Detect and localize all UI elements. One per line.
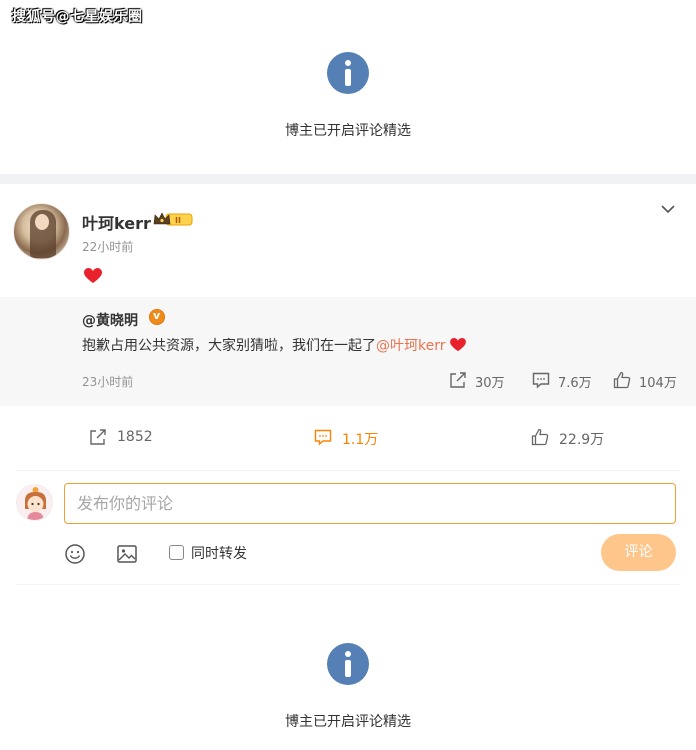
member-crown-icon[interactable]: II <box>153 211 193 227</box>
avatar[interactable] <box>13 203 70 260</box>
verified-badge-icon: v <box>149 309 165 325</box>
thumbs-up-icon <box>531 428 549 446</box>
heart-emoji-icon <box>449 338 466 352</box>
submit-comment-button[interactable]: 评论 <box>601 534 676 571</box>
mention-link[interactable]: @叶珂kerr <box>376 338 446 354</box>
comment-icon <box>532 372 550 389</box>
emoji-icon[interactable] <box>64 543 86 565</box>
notice-text: 博主已开启评论精选 <box>285 123 411 139</box>
like-count: 22.9万 <box>559 432 605 448</box>
repost-share-count: 30万 <box>475 376 505 391</box>
checkbox-box[interactable] <box>169 545 184 560</box>
checkbox-label: 同时转发 <box>191 546 247 562</box>
section-separator <box>0 174 696 184</box>
repost-text-body: 抱歉占用公共资源，大家别猜啦，我们在一起了 <box>82 338 376 354</box>
cartoon-avatar-icon <box>25 487 46 520</box>
comment-input[interactable] <box>64 483 676 524</box>
heart-emoji-icon <box>84 268 102 283</box>
share-icon <box>450 372 466 388</box>
comment-selection-notice-bottom: 博主已开启评论精选 <box>0 643 696 731</box>
post-username[interactable]: 叶珂kerr <box>82 210 151 234</box>
repost-text: 抱歉占用公共资源，大家别猜啦，我们在一起了@叶珂kerr <box>82 335 466 355</box>
thumbs-up-icon <box>613 371 631 389</box>
share-icon <box>90 429 106 445</box>
divider <box>16 584 680 585</box>
image-icon[interactable] <box>116 543 138 565</box>
reposted-content[interactable]: @黄晓明 v 抱歉占用公共资源，大家别猜啦，我们在一起了@叶珂kerr 23小时… <box>0 297 696 406</box>
repost-time: 23小时前 <box>82 375 134 389</box>
repost-like-count: 104万 <box>639 376 677 391</box>
svg-text:II: II <box>175 216 181 225</box>
divider <box>16 470 680 471</box>
info-icon <box>327 643 369 685</box>
comment-selection-notice-top: 博主已开启评论精选 <box>0 52 696 140</box>
post-time: 22小时前 <box>82 240 134 254</box>
comment-icon <box>314 429 332 446</box>
post-action-bar: 1852 1.1万 22.9万 <box>0 420 696 456</box>
repost-author[interactable]: @黄晓明 <box>82 310 138 330</box>
repost-comment-count: 7.6万 <box>558 376 592 391</box>
notice-text: 博主已开启评论精选 <box>285 714 411 730</box>
comment-count: 1.1万 <box>342 432 379 448</box>
info-icon <box>327 52 369 94</box>
watermark: 搜狐号@七星娱乐圈 <box>12 9 143 25</box>
user-avatar[interactable] <box>16 484 53 521</box>
share-count: 1852 <box>117 429 153 445</box>
chevron-down-icon[interactable] <box>660 201 676 217</box>
